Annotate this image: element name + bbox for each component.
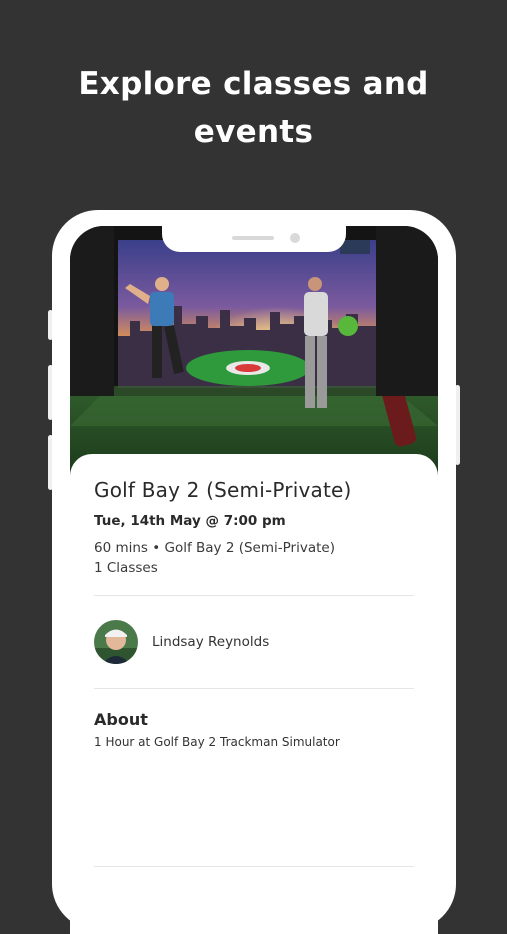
headline: Explore classes and events [0,60,507,156]
instructor-row[interactable]: Lindsay Reynolds [94,620,414,666]
divider-middle [94,688,414,689]
headline-line-2: events [193,114,314,150]
headline-line-1: Explore classes and [78,66,429,102]
about-text: 1 Hour at Golf Bay 2 Trackman Simulator [94,735,340,749]
instructor-name: Lindsay Reynolds [152,634,270,650]
instructor-avatar [94,620,138,664]
speaker-grille [232,236,274,240]
app-screen [70,226,438,926]
front-camera [290,233,300,243]
event-hero-image [70,226,438,476]
divider-top [94,595,414,596]
divider-bottom [94,866,414,867]
about-heading: About [94,710,148,729]
phone-notch [162,226,346,252]
